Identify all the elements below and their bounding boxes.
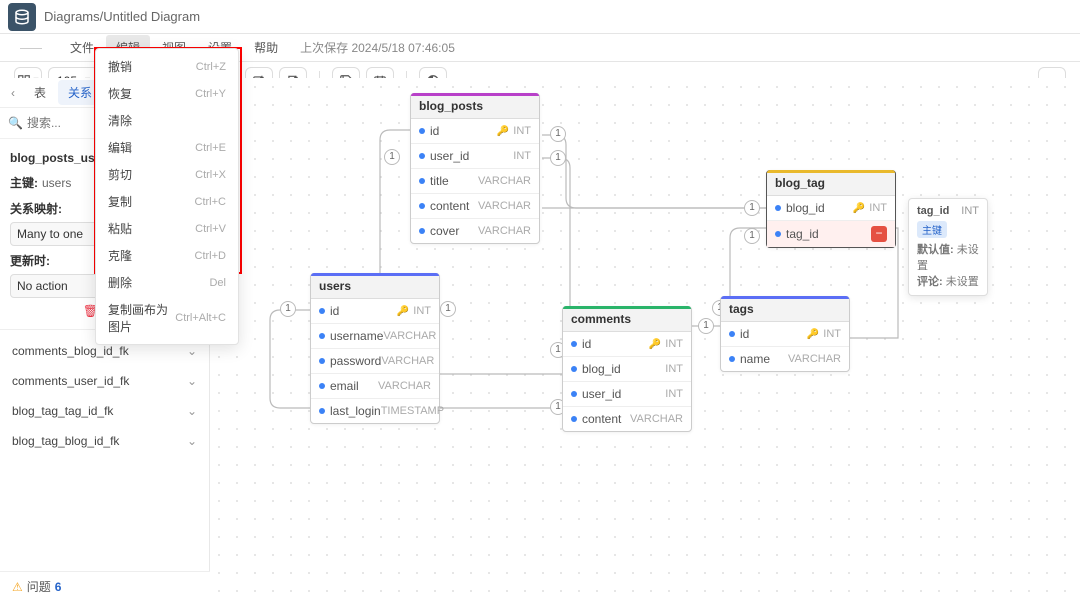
fk-item[interactable]: blog_tag_blog_id_fk⌄ [0, 426, 209, 456]
table-users[interactable]: users id 🔑INT username VARCHAR password … [310, 273, 440, 424]
table-comments[interactable]: comments id 🔑INT blog_id INT user_id INT… [562, 306, 692, 432]
table-field[interactable]: blog_id INT [563, 357, 691, 382]
edit-menu-item[interactable]: 删除Del [96, 269, 238, 296]
field-dot-icon [419, 228, 425, 234]
field-dot-icon [571, 341, 577, 347]
table-blog-tag[interactable]: blog_tag blog_id 🔑INT tag_id − [766, 170, 896, 248]
edit-menu-item[interactable]: 编辑Ctrl+E [96, 134, 238, 161]
table-field[interactable]: content VARCHAR [563, 407, 691, 431]
fk-item[interactable]: blog_tag_tag_id_fk⌄ [0, 396, 209, 426]
edit-dropdown: 撤销Ctrl+Z恢复Ctrl+Y清除编辑Ctrl+E剪切Ctrl+X复制Ctrl… [95, 48, 239, 345]
table-field[interactable]: user_id INT [411, 144, 539, 169]
table-blog-posts[interactable]: blog_posts id 🔑INT user_id INT title VAR… [410, 93, 540, 244]
table-field[interactable]: tag_id − [767, 221, 895, 247]
field-dot-icon [419, 203, 425, 209]
field-dot-icon [419, 153, 425, 159]
table-field[interactable]: email VARCHAR [311, 374, 439, 399]
field-dot-icon [729, 331, 735, 337]
table-field[interactable]: password VARCHAR [311, 349, 439, 374]
key-icon: 🔑 [649, 339, 661, 350]
table-field[interactable]: id 🔑INT [311, 299, 439, 324]
key-icon: 🔑 [397, 306, 409, 317]
app-logo [8, 3, 36, 31]
footer-issues[interactable]: ⚠ 问题 6 [0, 571, 210, 601]
warning-icon: ⚠ [12, 580, 23, 594]
field-dot-icon [319, 358, 325, 364]
conn-badge: 1 [744, 228, 760, 244]
edit-menu-item[interactable]: 克隆Ctrl+D [96, 242, 238, 269]
field-dot-icon [729, 356, 735, 362]
field-tooltip: tag_idINT 主键 默认值: 未设置 评论: 未设置 [908, 198, 988, 296]
table-field[interactable]: id 🔑INT [563, 332, 691, 357]
edit-menu-item[interactable]: 粘贴Ctrl+V [96, 215, 238, 242]
field-dot-icon [571, 391, 577, 397]
field-dot-icon [319, 383, 325, 389]
table-title[interactable]: blog_posts [411, 94, 539, 119]
edit-menu-item[interactable]: 复制画布为图片Ctrl+Alt+C [96, 296, 238, 340]
table-field[interactable]: title VARCHAR [411, 169, 539, 194]
chevron-down-icon: ⌄ [187, 374, 197, 388]
key-icon: 🔑 [853, 203, 865, 214]
key-icon: 🔑 [807, 329, 819, 340]
table-field[interactable]: content VARCHAR [411, 194, 539, 219]
search-icon: 🔍 [8, 116, 23, 130]
table-field[interactable]: user_id INT [563, 382, 691, 407]
edit-menu-item[interactable]: 撤销Ctrl+Z [96, 53, 238, 80]
menu-help[interactable]: 帮助 [244, 35, 288, 60]
chevron-down-icon: ⌄ [187, 434, 197, 448]
app-header: Diagrams/Untitled Diagram [0, 0, 1080, 34]
delete-field-icon[interactable]: − [871, 226, 887, 242]
breadcrumb[interactable]: Diagrams/Untitled Diagram [44, 9, 200, 24]
conn-badge: 1 [550, 150, 566, 166]
table-title[interactable]: users [311, 274, 439, 299]
table-field[interactable]: username VARCHAR [311, 324, 439, 349]
field-dot-icon [419, 128, 425, 134]
field-dot-icon [319, 408, 325, 414]
edit-menu-item[interactable]: 恢复Ctrl+Y [96, 80, 238, 107]
table-field[interactable]: id 🔑INT [721, 322, 849, 347]
conn-badge: 1 [384, 149, 400, 165]
table-field[interactable]: name VARCHAR [721, 347, 849, 371]
chevron-down-icon: ⌄ [187, 344, 197, 358]
fk-list: comments_blog_id_fk⌄comments_user_id_fk⌄… [0, 329, 209, 462]
table-title[interactable]: blog_tag [767, 171, 895, 196]
table-field[interactable]: blog_id 🔑INT [767, 196, 895, 221]
table-title[interactable]: comments [563, 307, 691, 332]
conn-badge: 1 [744, 200, 760, 216]
edit-menu-item[interactable]: 清除 [96, 107, 238, 134]
field-dot-icon [571, 366, 577, 372]
last-save-status: 上次保存 2024/5/18 07:46:05 [300, 39, 455, 56]
field-dot-icon [775, 205, 781, 211]
edit-menu-item[interactable]: 复制Ctrl+C [96, 188, 238, 215]
conn-badge: 1 [280, 301, 296, 317]
table-tags[interactable]: tags id 🔑INT name VARCHAR [720, 296, 850, 372]
table-field[interactable]: cover VARCHAR [411, 219, 539, 243]
chevron-down-icon: ⌄ [187, 404, 197, 418]
tab-tables[interactable]: 表 [24, 80, 56, 105]
field-dot-icon [571, 416, 577, 422]
field-dot-icon [775, 231, 781, 237]
side-nav-prev[interactable]: ‹ [4, 86, 22, 100]
fk-item[interactable]: comments_user_id_fk⌄ [0, 366, 209, 396]
conn-badge: 1 [698, 318, 714, 334]
field-dot-icon [319, 308, 325, 314]
field-dot-icon [419, 178, 425, 184]
conn-badge: 1 [440, 301, 456, 317]
table-field[interactable]: last_login TIMESTAMP [311, 399, 439, 423]
table-title[interactable]: tags [721, 297, 849, 322]
field-dot-icon [319, 333, 325, 339]
table-field[interactable]: id 🔑INT [411, 119, 539, 144]
canvas[interactable]: 1 1 1 1 1 1 1 1 1 1 1 blog_posts id 🔑INT… [210, 78, 1080, 601]
edit-menu-item[interactable]: 剪切Ctrl+X [96, 161, 238, 188]
conn-badge: 1 [550, 126, 566, 142]
key-icon: 🔑 [497, 126, 509, 137]
